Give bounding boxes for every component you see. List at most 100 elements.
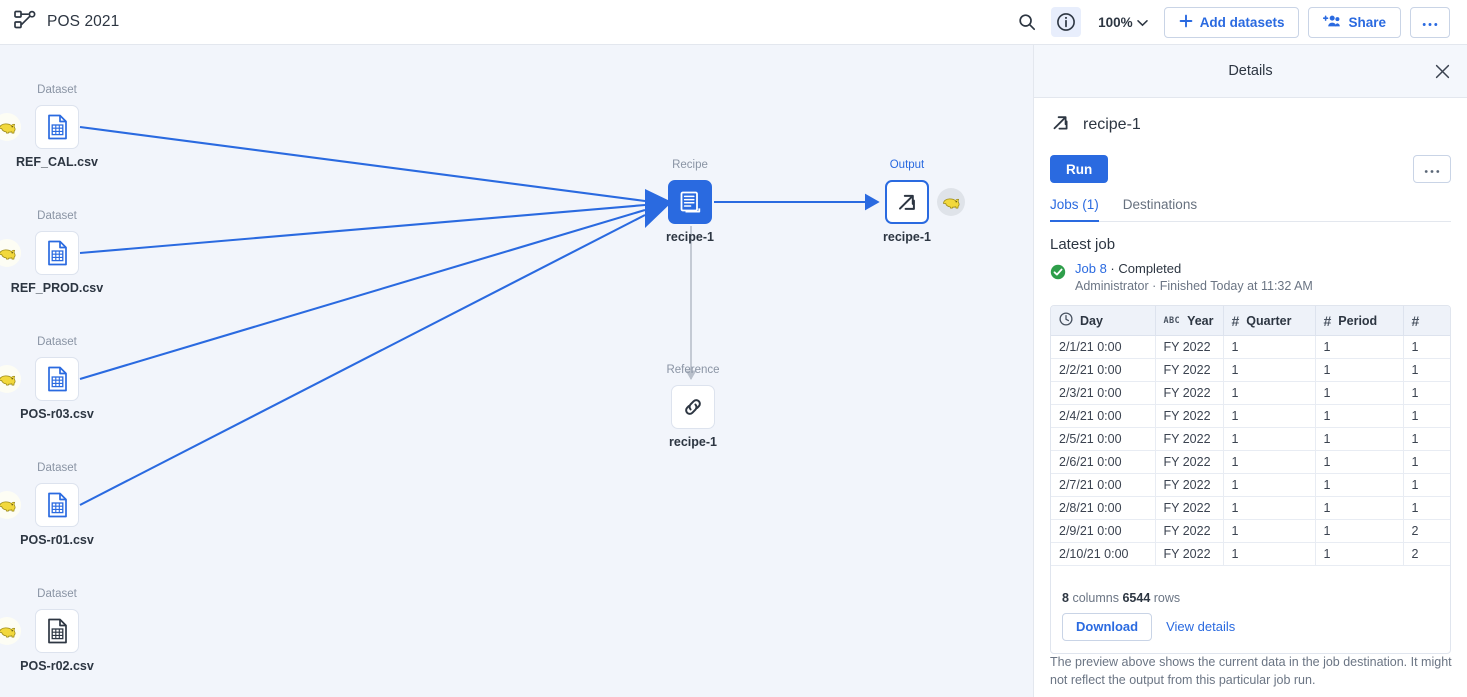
tab-jobs[interactable]: Jobs (1) (1050, 197, 1099, 222)
table-counts: 8 columns 6544 rows (1051, 582, 1450, 605)
flow-node-dataset-ref-cal-csv[interactable]: Dataset REF_CAL.csv (16, 84, 98, 169)
table-cell: FY 2022 (1155, 358, 1224, 382)
output-arrow-icon[interactable] (885, 180, 929, 224)
details-panel-header: Details (1034, 45, 1467, 98)
table-cell: 1 (1403, 473, 1450, 497)
table-row[interactable]: 2/9/21 0:00 FY 2022 1 1 2 (1051, 519, 1450, 543)
search-icon[interactable] (1012, 7, 1042, 37)
column-header-year[interactable]: ABC Year (1155, 306, 1224, 336)
table-spacer-cell (1051, 565, 1450, 582)
column-header-label: Quarter (1246, 313, 1292, 328)
chevron-down-icon (1136, 15, 1148, 30)
column-header-truncated[interactable]: # (1403, 306, 1450, 336)
run-button[interactable]: Run (1050, 155, 1109, 183)
close-icon[interactable] (1429, 58, 1455, 84)
zoom-level-control[interactable]: 100% (1090, 11, 1153, 34)
csv-document-icon[interactable] (35, 231, 79, 275)
table-cell: 1 (1315, 542, 1404, 566)
table-cell: 1 (1223, 381, 1316, 405)
flow-node-dataset-pos-r03-csv[interactable]: Dataset POS-r03.csv (20, 336, 94, 421)
flow-node-label: REF_PROD.csv (10, 281, 104, 295)
table-cell: 1 (1315, 381, 1404, 405)
preview-footnote: The preview above shows the current data… (1050, 655, 1452, 688)
table-row[interactable]: 2/8/21 0:00 FY 2022 1 1 1 (1051, 496, 1450, 520)
preview-table-body: 2/1/21 0:00 FY 2022 1 1 1 2/2/21 0:00 FY 2022 1… (1051, 335, 1450, 582)
number-icon: # (1323, 312, 1332, 329)
csv-document-icon[interactable] (35, 609, 79, 653)
elephant-badge (937, 188, 965, 216)
panel-more-button[interactable] (1413, 155, 1451, 183)
csv-document-icon[interactable] (35, 483, 79, 527)
table-row[interactable]: 2/5/21 0:00 FY 2022 1 1 1 (1051, 427, 1450, 451)
table-cell: 1 (1223, 427, 1316, 451)
csv-document-icon[interactable] (35, 357, 79, 401)
add-datasets-button[interactable]: Add datasets (1163, 6, 1300, 38)
flow-node-caption: Dataset (37, 84, 77, 96)
table-cell: 2/7/21 0:00 (1051, 473, 1156, 497)
table-row[interactable]: 2/7/21 0:00 FY 2022 1 1 1 (1051, 473, 1450, 497)
flow-node-reference-recipe-1[interactable]: Reference recipe-1 (666, 364, 719, 449)
table-cell: 1 (1223, 335, 1316, 359)
output-arrow-icon (1050, 112, 1071, 138)
ellipsis-icon (1422, 15, 1438, 30)
flow-node-caption: Dataset (37, 462, 77, 474)
table-row[interactable]: 2/3/21 0:00 FY 2022 1 1 1 (1051, 381, 1450, 405)
table-cell: 2 (1403, 519, 1450, 543)
flow-edges (79, 125, 880, 506)
ellipsis-icon (1424, 162, 1440, 177)
job-link[interactable]: Job 8 (1075, 261, 1107, 276)
flow-node-dataset-pos-r01-csv[interactable]: Dataset POS-r01.csv (20, 462, 94, 547)
table-spacer-row (1051, 565, 1450, 582)
more-options-button[interactable] (1410, 6, 1450, 38)
column-header-quarter[interactable]: # Quarter (1223, 306, 1316, 336)
flow-canvas[interactable]: Dataset REF_CAL.csv Dataset REF_PROD.csv Dat… (0, 45, 1033, 697)
tab-destinations[interactable]: Destinations (1123, 197, 1197, 221)
flow-node-dataset-ref-prod-csv[interactable]: Dataset REF_PROD.csv (11, 210, 103, 295)
table-cell: FY 2022 (1155, 450, 1224, 474)
table-row[interactable]: 2/1/21 0:00 FY 2022 1 1 1 (1051, 335, 1450, 359)
table-row[interactable]: 2/10/21 0:00 FY 2022 1 1 2 (1051, 542, 1450, 566)
app-brand: POS 2021 (0, 10, 119, 35)
column-header-day[interactable]: Day (1051, 306, 1156, 336)
clock-icon (1059, 312, 1073, 329)
flow-node-label: POS-r02.csv (20, 659, 94, 673)
table-row[interactable]: 2/6/21 0:00 FY 2022 1 1 1 (1051, 450, 1450, 474)
table-cell: 2/2/21 0:00 (1051, 358, 1156, 382)
column-header-period[interactable]: # Period (1315, 306, 1404, 336)
table-cell: 1 (1403, 381, 1450, 405)
csv-document-icon[interactable] (35, 105, 79, 149)
table-cell: 2/8/21 0:00 (1051, 496, 1156, 520)
string-icon: ABC (1163, 315, 1181, 326)
preview-table-header-row: Day ABC Year # Quarter # Period # (1051, 306, 1450, 336)
table-cell: 1 (1315, 519, 1404, 543)
table-cell: 1 (1315, 335, 1404, 359)
flow-node-output-recipe-1[interactable]: Output recipe-1 (883, 159, 931, 244)
column-header-label: Day (1080, 313, 1103, 328)
share-button[interactable]: Share (1308, 6, 1401, 38)
table-row[interactable]: 2/2/21 0:00 FY 2022 1 1 1 (1051, 358, 1450, 382)
flow-node-caption: Recipe (672, 159, 708, 171)
table-cell: 1 (1315, 404, 1404, 428)
flow-node-dataset-pos-r02-csv[interactable]: Dataset POS-r02.csv (20, 588, 94, 673)
flow-node-caption: Dataset (37, 210, 77, 222)
flow-node-label: REF_CAL.csv (16, 155, 98, 169)
flow-node-recipe-recipe-1[interactable]: Recipe recipe-1 (666, 159, 714, 244)
plus-icon (1179, 14, 1193, 31)
table-cell: 1 (1315, 496, 1404, 520)
info-circle-icon[interactable] (1051, 7, 1082, 37)
add-people-icon (1323, 14, 1341, 31)
details-tabs: Jobs (1) Destinations (1050, 197, 1451, 222)
table-cell: 1 (1223, 358, 1316, 382)
details-panel-body: recipe-1 Run Jobs (1) Destinations Lates… (1034, 98, 1467, 654)
table-cell: 2/10/21 0:00 (1051, 542, 1156, 566)
preview-table-scroll[interactable]: Day ABC Year # Quarter # Period # 2/1/21 0:00 FY… (1051, 306, 1450, 582)
table-cell: 2 (1403, 542, 1450, 566)
link-chain-icon[interactable] (671, 385, 715, 429)
table-row[interactable]: 2/4/21 0:00 FY 2022 1 1 1 (1051, 404, 1450, 428)
recipe-list-icon[interactable] (668, 180, 712, 224)
table-cell: FY 2022 (1155, 335, 1224, 359)
view-details-link[interactable]: View details (1166, 619, 1235, 634)
panel-action-row: Run (1050, 155, 1451, 183)
download-button[interactable]: Download (1062, 612, 1153, 641)
flow-node-caption: Dataset (37, 336, 77, 348)
